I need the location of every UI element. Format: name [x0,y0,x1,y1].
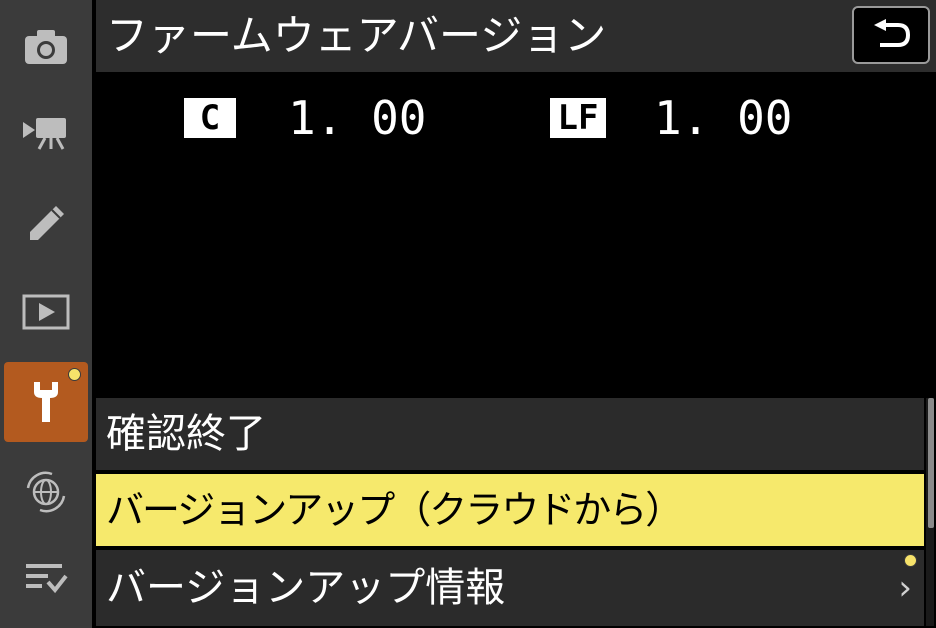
menu-item-label: 確認終了 [106,411,266,457]
pencil-icon [30,206,64,240]
header-bar: ファームウェアバージョン [96,0,936,72]
return-arrow-icon [874,19,911,47]
menu-item-update-info[interactable]: バージョンアップ情報 › [96,550,924,626]
notification-dot [904,554,917,567]
menu-item-confirm-end[interactable]: 確認終了 [96,398,924,470]
back-button[interactable] [852,6,930,64]
firmware-version-lf: 1. 00 [654,91,793,145]
menu-item-update-from-cloud[interactable]: バージョンアップ（クラウドから） [96,474,924,546]
sidebar-item-my-menu[interactable] [4,538,88,618]
sidebar-item-movie-shooting[interactable] [4,90,88,170]
firmware-badge-lf: LF [550,98,606,138]
firmware-version-c: 1. 00 [288,91,427,145]
firmware-versions: C 1. 00 LF 1. 00 [96,90,936,146]
sidebar-item-network[interactable] [4,452,88,532]
wrench-icon [34,382,58,422]
sidebar-item-custom-settings[interactable] [4,184,88,264]
firmware-badge-c: C [184,98,236,138]
camera-icon [25,30,67,64]
playback-icon [22,294,70,330]
sidebar-item-setup[interactable] [4,362,88,442]
sidebar-item-photo-shooting[interactable] [4,6,88,86]
network-globe-icon [26,471,66,513]
menu-item-label: バージョンアップ（クラウドから） [106,488,683,532]
menu-item-label: バージョンアップ情報 [106,565,506,611]
my-menu-icon [26,564,68,594]
sidebar [0,0,92,628]
notification-dot [68,368,81,381]
scrollbar-thumb[interactable] [928,398,934,528]
movie-camera-icon [23,118,66,150]
page-title: ファームウェアバージョン [106,11,607,60]
sidebar-item-playback[interactable] [4,272,88,352]
